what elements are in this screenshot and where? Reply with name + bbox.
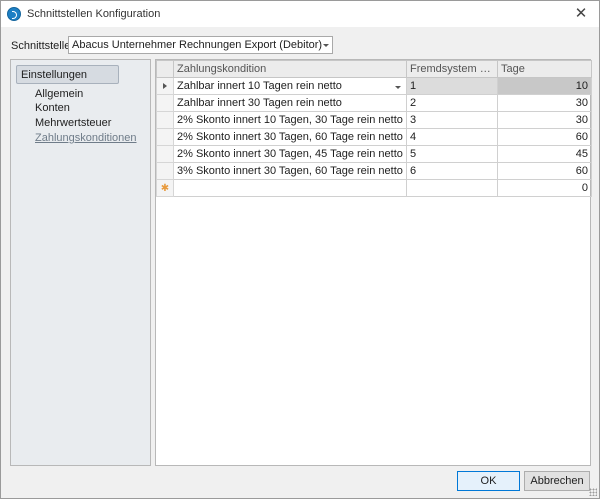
row-indicator-header <box>156 60 174 78</box>
dialog-window: Schnittstellen Konfiguration ✕ Schnittst… <box>0 0 600 499</box>
schnittstelle-select[interactable]: Abacus Unternehmer Rechnungen Export (De… <box>68 36 333 54</box>
kondition-cell[interactable] <box>173 179 407 197</box>
tage-cell[interactable]: 0 <box>497 179 592 197</box>
current-row-icon <box>163 83 167 89</box>
key-cell[interactable]: 5 <box>406 145 498 163</box>
row-indicator[interactable] <box>156 94 174 112</box>
kondition-cell[interactable]: Zahlbar innert 10 Tagen rein netto <box>173 77 407 95</box>
kondition-cell[interactable]: 3% Skonto innert 30 Tagen, 60 Tage rein … <box>173 162 407 180</box>
key-cell[interactable]: 3 <box>406 111 498 129</box>
kondition-value: Zahlbar innert 10 Tagen rein netto <box>177 80 342 92</box>
key-cell[interactable]: 1 <box>406 77 498 95</box>
table-row[interactable]: 2% Skonto innert 30 Tagen, 60 Tage rein … <box>156 128 592 146</box>
title-bar: Schnittstellen Konfiguration ✕ <box>1 1 599 27</box>
table-row[interactable]: 2% Skonto innert 30 Tagen, 45 Tage rein … <box>156 145 592 163</box>
close-icon[interactable]: ✕ <box>569 4 593 24</box>
new-item-row[interactable]: ✱ 0 <box>156 179 592 197</box>
data-table: Zahlungskondition Fremdsystem Schlü... T… <box>156 60 592 197</box>
chevron-down-icon[interactable] <box>323 44 329 47</box>
row-indicator[interactable] <box>156 128 174 146</box>
app-icon <box>7 7 21 21</box>
row-indicator[interactable] <box>156 111 174 129</box>
table-row[interactable]: Zahlbar innert 10 Tagen rein netto 1 10 <box>156 77 592 95</box>
kondition-cell[interactable]: 2% Skonto innert 10 Tagen, 30 Tage rein … <box>173 111 407 129</box>
key-cell[interactable] <box>406 179 498 197</box>
ok-button[interactable]: OK <box>457 471 520 491</box>
chevron-down-icon[interactable] <box>395 86 401 89</box>
column-header-tage[interactable]: Tage <box>497 60 592 78</box>
tage-cell[interactable]: 30 <box>497 111 592 129</box>
table-row[interactable]: Zahlbar innert 30 Tagen rein netto 2 30 <box>156 94 592 112</box>
zahlungskonditionen-grid: Zahlungskondition Fremdsystem Schlü... T… <box>155 59 592 466</box>
row-indicator[interactable] <box>156 162 174 180</box>
tage-cell[interactable]: 60 <box>497 162 592 180</box>
sidebar-item-mehrwertsteuer[interactable]: Mehrwertsteuer <box>35 117 111 129</box>
tage-cell[interactable]: 10 <box>497 77 592 95</box>
row-indicator[interactable]: ✱ <box>156 179 174 197</box>
settings-sidebar: Einstellungen Allgemein Konten Mehrwerts… <box>10 59 151 466</box>
tage-cell[interactable]: 45 <box>497 145 592 163</box>
kondition-cell[interactable]: 2% Skonto innert 30 Tagen, 60 Tage rein … <box>173 128 407 146</box>
sidebar-group-label: Einstellungen <box>21 69 88 81</box>
new-row-icon: ✱ <box>160 183 170 194</box>
row-indicator[interactable] <box>156 145 174 163</box>
sidebar-item-zahlungskonditionen[interactable]: Zahlungskonditionen <box>35 132 137 144</box>
key-cell[interactable]: 6 <box>406 162 498 180</box>
column-header-fremdsystem-schluessel[interactable]: Fremdsystem Schlü... <box>406 60 498 78</box>
kondition-cell[interactable]: 2% Skonto innert 30 Tagen, 45 Tage rein … <box>173 145 407 163</box>
key-cell[interactable]: 2 <box>406 94 498 112</box>
sidebar-item-allgemein[interactable]: Allgemein <box>35 88 83 100</box>
schnittstelle-label: Schnittstelle <box>11 40 71 52</box>
table-row[interactable]: 3% Skonto innert 30 Tagen, 60 Tage rein … <box>156 162 592 180</box>
kondition-cell[interactable]: Zahlbar innert 30 Tagen rein netto <box>173 94 407 112</box>
key-cell[interactable]: 4 <box>406 128 498 146</box>
table-header-row: Zahlungskondition Fremdsystem Schlü... T… <box>156 60 592 78</box>
sidebar-group-header[interactable]: Einstellungen <box>16 65 119 84</box>
column-header-zahlungskondition[interactable]: Zahlungskondition <box>173 60 407 78</box>
table-row[interactable]: 2% Skonto innert 10 Tagen, 30 Tage rein … <box>156 111 592 129</box>
tage-cell[interactable]: 60 <box>497 128 592 146</box>
cancel-button[interactable]: Abbrechen <box>524 471 590 491</box>
tage-cell[interactable]: 30 <box>497 94 592 112</box>
schnittstelle-selected-value: Abacus Unternehmer Rechnungen Export (De… <box>72 39 323 51</box>
sidebar-item-konten[interactable]: Konten <box>35 102 70 114</box>
row-indicator[interactable] <box>156 77 174 95</box>
resize-grip-icon[interactable] <box>589 488 597 496</box>
window-title: Schnittstellen Konfiguration <box>27 8 161 20</box>
